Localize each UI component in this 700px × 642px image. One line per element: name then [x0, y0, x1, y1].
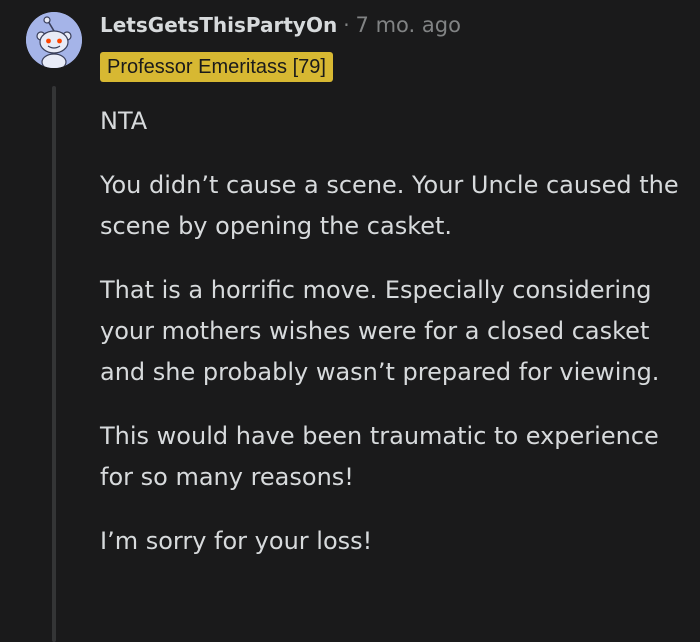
comment-paragraph: I’m sorry for your loss!: [100, 527, 373, 555]
comment-body: NTA You didn’t cause a scene. Your Uncle…: [100, 101, 690, 562]
comment: LetsGetsThisPartyOn · 7 mo. ago Professo…: [0, 0, 700, 642]
thread-collapse-line[interactable]: [52, 86, 56, 642]
username-link[interactable]: LetsGetsThisPartyOn: [100, 13, 337, 37]
timestamp-link[interactable]: 7 mo. ago: [356, 13, 461, 37]
comment-paragraph: This would have been traumatic to experi…: [100, 422, 659, 491]
comment-paragraph: That is a horrific move. Especially cons…: [100, 276, 660, 386]
user-flair: Professor Emeritass [79]: [100, 52, 333, 82]
comment-meta: LetsGetsThisPartyOn · 7 mo. ago: [100, 8, 461, 42]
meta-separator: ·: [343, 13, 350, 37]
snoo-avatar-icon: [26, 12, 82, 68]
avatar[interactable]: [26, 12, 82, 68]
comment-paragraph: NTA: [100, 107, 148, 135]
comment-paragraph: You didn’t cause a scene. Your Uncle cau…: [100, 171, 679, 240]
